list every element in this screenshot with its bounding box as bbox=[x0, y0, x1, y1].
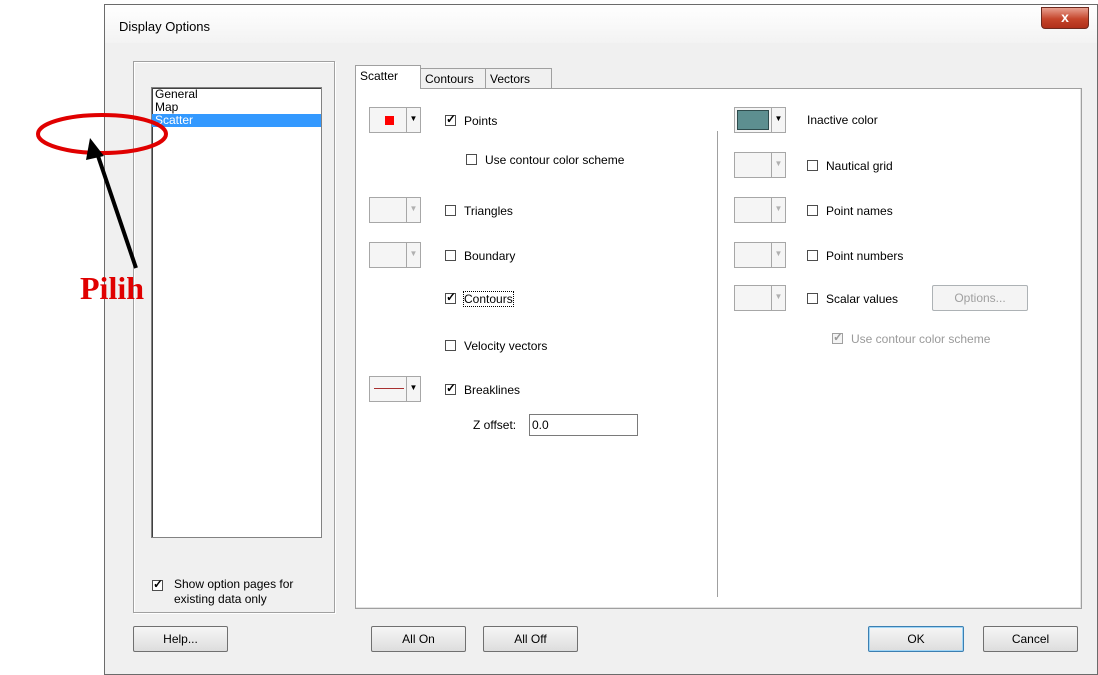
dropdown-arrow-icon[interactable]: ▼ bbox=[771, 286, 785, 310]
z-offset-label: Z offset: bbox=[473, 418, 517, 432]
breaklines-option[interactable]: Breaklines bbox=[445, 381, 520, 397]
tab-contours[interactable]: Contours bbox=[420, 68, 486, 88]
title-bar: Display Options x bbox=[105, 5, 1097, 43]
scatter-tab-pane: ▼ Points Use contour color scheme ▼ Tria… bbox=[355, 88, 1082, 609]
breaklines-line-swatch bbox=[374, 388, 404, 389]
scalar-use-contour-color-scheme-checkbox[interactable] bbox=[832, 330, 843, 345]
triangles-option[interactable]: Triangles bbox=[445, 203, 513, 218]
points-color-swatch bbox=[385, 116, 394, 125]
triangles-color-picker[interactable]: ▼ bbox=[369, 197, 421, 223]
dialog-client-area: General Map Scatter Show option pages fo… bbox=[107, 43, 1095, 672]
triangles-checkbox[interactable] bbox=[445, 205, 456, 217]
scalar-values-option[interactable]: Scalar values bbox=[807, 291, 898, 306]
dropdown-arrow-icon[interactable]: ▼ bbox=[771, 198, 785, 222]
nautical-grid-option[interactable]: Nautical grid bbox=[807, 158, 893, 173]
dropdown-arrow-icon[interactable]: ▼ bbox=[406, 108, 420, 132]
point-numbers-checkbox[interactable] bbox=[807, 250, 818, 262]
window-title: Display Options bbox=[119, 19, 211, 34]
annotation-label: Pilih bbox=[80, 270, 145, 306]
velocity-vectors-option[interactable]: Velocity vectors bbox=[445, 338, 547, 353]
points-checkbox[interactable] bbox=[445, 112, 456, 127]
dropdown-arrow-icon[interactable]: ▼ bbox=[771, 153, 785, 177]
points-option[interactable]: Points bbox=[445, 112, 497, 128]
ok-button[interactable]: OK bbox=[868, 626, 964, 652]
contours-checkbox[interactable] bbox=[445, 290, 456, 305]
point-names-option[interactable]: Point names bbox=[807, 203, 893, 218]
scalar-values-checkbox[interactable] bbox=[807, 293, 818, 305]
use-contour-color-scheme-option[interactable]: Use contour color scheme bbox=[466, 152, 624, 167]
pointer-arrow-head-icon bbox=[86, 138, 104, 160]
show-option-pages-label: Show option pages for existing data only bbox=[174, 577, 294, 606]
help-button[interactable]: Help... bbox=[133, 626, 228, 652]
boundary-option[interactable]: Boundary bbox=[445, 248, 515, 263]
breaklines-checkbox[interactable] bbox=[445, 381, 456, 396]
point-numbers-color-picker[interactable]: ▼ bbox=[734, 242, 786, 268]
option-pages-list[interactable]: General Map Scatter bbox=[151, 87, 322, 538]
velocity-vectors-checkbox[interactable] bbox=[445, 340, 456, 352]
boundary-color-picker[interactable]: ▼ bbox=[369, 242, 421, 268]
display-options-dialog: Display Options x General Map Scatter Sh… bbox=[104, 4, 1098, 675]
use-contour-color-scheme-checkbox[interactable] bbox=[466, 154, 477, 166]
tab-vectors[interactable]: Vectors bbox=[485, 68, 552, 88]
dropdown-arrow-icon[interactable]: ▼ bbox=[406, 243, 420, 267]
boundary-checkbox[interactable] bbox=[445, 250, 456, 262]
list-item-scatter[interactable]: Scatter bbox=[152, 114, 321, 127]
dropdown-arrow-icon[interactable]: ▼ bbox=[406, 377, 420, 401]
close-button[interactable]: x bbox=[1041, 7, 1089, 29]
point-numbers-option[interactable]: Point numbers bbox=[807, 248, 903, 263]
nautical-grid-color-picker[interactable]: ▼ bbox=[734, 152, 786, 178]
points-color-picker[interactable]: ▼ bbox=[369, 107, 421, 133]
inactive-color-picker[interactable]: ▼ bbox=[734, 107, 786, 133]
inactive-color-swatch bbox=[737, 110, 769, 130]
dropdown-arrow-icon[interactable]: ▼ bbox=[771, 243, 785, 267]
dropdown-arrow-icon[interactable]: ▼ bbox=[771, 108, 785, 132]
cancel-button[interactable]: Cancel bbox=[983, 626, 1078, 652]
show-option-pages-checkbox[interactable] bbox=[152, 577, 163, 591]
tab-scatter[interactable]: Scatter bbox=[355, 65, 421, 89]
nautical-grid-checkbox[interactable] bbox=[807, 160, 818, 172]
all-off-button[interactable]: All Off bbox=[483, 626, 578, 652]
point-names-checkbox[interactable] bbox=[807, 205, 818, 217]
column-divider bbox=[717, 131, 719, 597]
z-offset-input[interactable] bbox=[529, 414, 638, 436]
scalar-use-contour-color-scheme-option[interactable]: Use contour color scheme bbox=[832, 330, 990, 346]
inactive-color-label: Inactive color bbox=[807, 113, 878, 127]
breaklines-style-picker[interactable]: ▼ bbox=[369, 376, 421, 402]
scalar-options-button[interactable]: Options... bbox=[932, 285, 1028, 311]
point-names-color-picker[interactable]: ▼ bbox=[734, 197, 786, 223]
scalar-values-color-picker[interactable]: ▼ bbox=[734, 285, 786, 311]
contours-option[interactable]: Contours bbox=[445, 290, 514, 307]
all-on-button[interactable]: All On bbox=[371, 626, 466, 652]
option-pages-group: General Map Scatter Show option pages fo… bbox=[133, 61, 335, 613]
dropdown-arrow-icon[interactable]: ▼ bbox=[406, 198, 420, 222]
close-icon: x bbox=[1061, 9, 1069, 25]
